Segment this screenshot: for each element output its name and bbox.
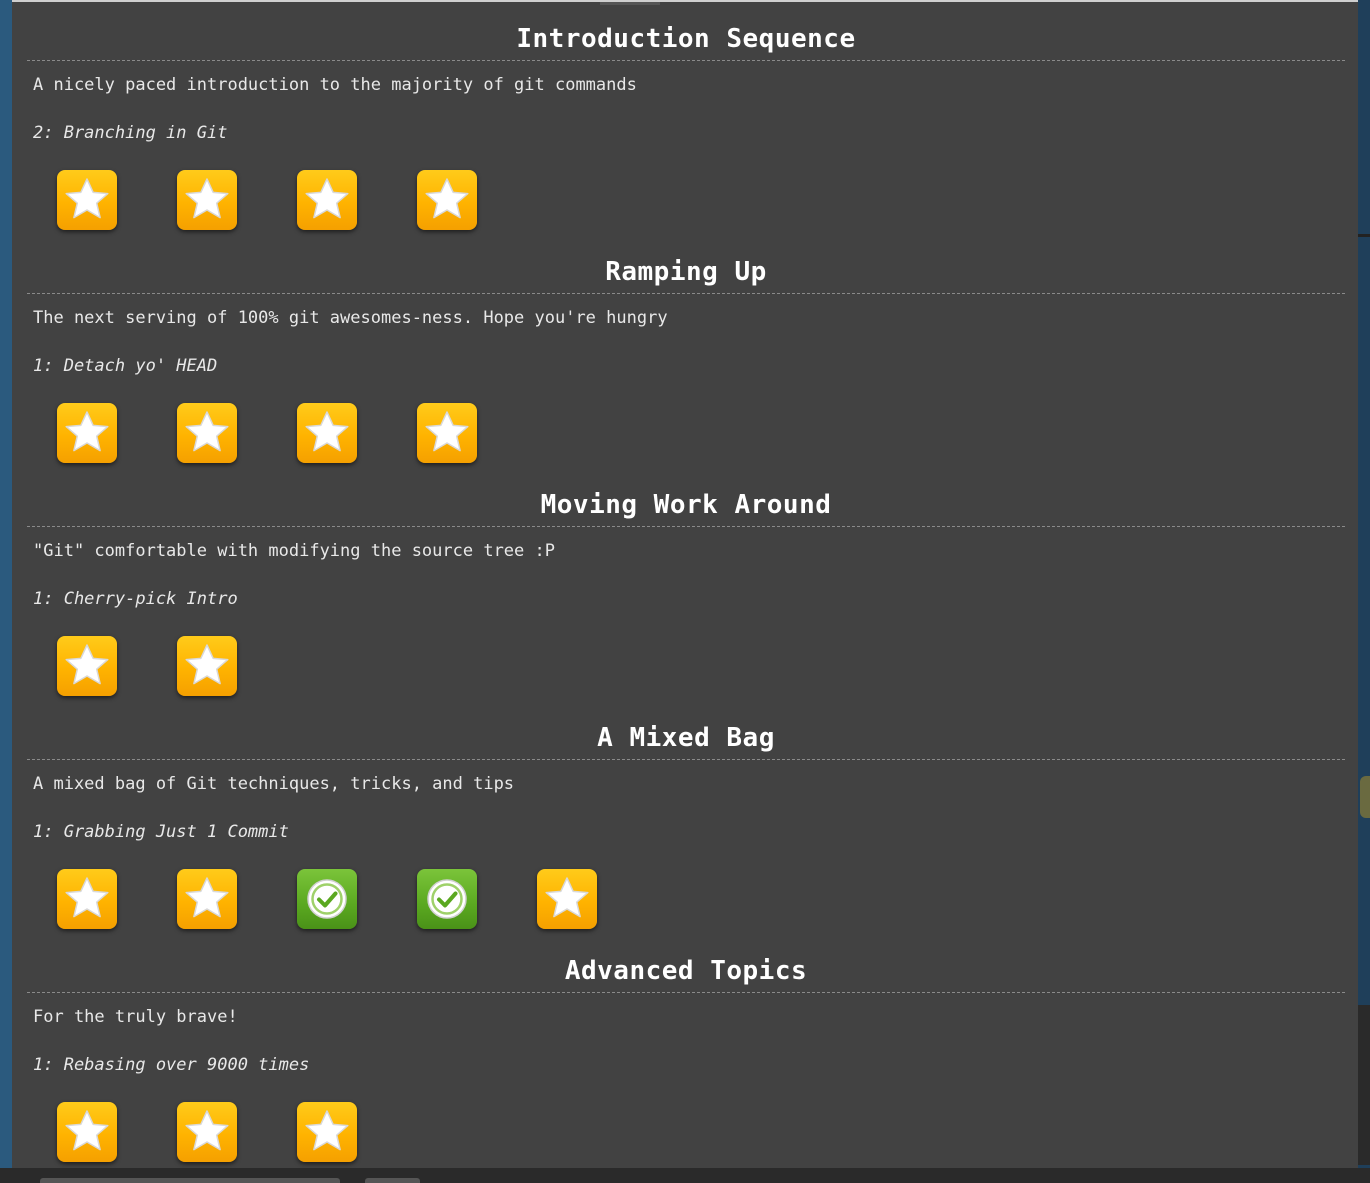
- level-row: [27, 636, 1345, 698]
- star-icon: [185, 411, 229, 452]
- level-star-icon[interactable]: [417, 170, 477, 230]
- level-star-icon[interactable]: [57, 1102, 117, 1162]
- sequence-introduction: Introduction Sequence A nicely paced int…: [27, 22, 1345, 232]
- checkmark-icon: [307, 879, 347, 919]
- checkmark-icon: [427, 879, 467, 919]
- bottom-tab[interactable]: [365, 1178, 420, 1183]
- star-icon: [65, 411, 109, 452]
- sequence-description: "Git" comfortable with modifying the sou…: [33, 541, 555, 561]
- side-tab[interactable]: [1360, 776, 1370, 818]
- level-solved-icon[interactable]: [297, 869, 357, 929]
- level-row: [27, 1102, 1345, 1164]
- star-icon: [65, 178, 109, 219]
- current-level-name: 1: Grabbing Just 1 Commit: [33, 822, 289, 842]
- star-icon: [425, 411, 469, 452]
- bottom-bar: [0, 1168, 1370, 1183]
- current-level-name: 1: Cherry-pick Intro: [33, 589, 238, 609]
- level-star-icon[interactable]: [297, 403, 357, 463]
- side-panel: [1358, 1005, 1370, 1165]
- star-icon: [305, 1110, 349, 1151]
- star-icon: [545, 877, 589, 918]
- sequence-description: A nicely paced introduction to the major…: [33, 75, 637, 95]
- level-star-icon[interactable]: [177, 869, 237, 929]
- level-row: [27, 170, 1345, 232]
- level-solved-icon[interactable]: [417, 869, 477, 929]
- star-icon: [185, 877, 229, 918]
- sequence-description: A mixed bag of Git techniques, tricks, a…: [33, 774, 515, 794]
- bottom-tab[interactable]: [40, 1178, 340, 1183]
- star-icon: [65, 644, 109, 685]
- level-row: [27, 403, 1345, 465]
- star-icon: [185, 178, 229, 219]
- star-icon: [65, 877, 109, 918]
- star-icon: [305, 411, 349, 452]
- sequence-title: Advanced Topics: [27, 954, 1345, 993]
- star-icon: [305, 178, 349, 219]
- sequence-title: Introduction Sequence: [27, 22, 1345, 61]
- level-star-icon[interactable]: [57, 403, 117, 463]
- current-level-name: 1: Detach yo' HEAD: [33, 356, 218, 376]
- level-star-icon[interactable]: [57, 170, 117, 230]
- sequence-moving-work-around: Moving Work Around "Git" comfortable wit…: [27, 488, 1345, 698]
- sequence-description: The next serving of 100% git awesomes-ne…: [33, 308, 668, 328]
- sequence-mixed-bag: A Mixed Bag A mixed bag of Git technique…: [27, 721, 1345, 931]
- star-icon: [65, 1110, 109, 1151]
- sequence-description: For the truly brave!: [33, 1007, 238, 1027]
- level-row: [27, 869, 1345, 931]
- level-star-icon[interactable]: [177, 403, 237, 463]
- sequence-title: Ramping Up: [27, 255, 1345, 294]
- level-star-icon[interactable]: [57, 636, 117, 696]
- star-icon: [425, 178, 469, 219]
- level-star-icon[interactable]: [297, 1102, 357, 1162]
- level-star-icon[interactable]: [297, 170, 357, 230]
- sequence-title: A Mixed Bag: [27, 721, 1345, 760]
- sequence-title: Moving Work Around: [27, 488, 1345, 527]
- level-star-icon[interactable]: [177, 636, 237, 696]
- right-edge-strip: [1358, 0, 1370, 1183]
- current-level-name: 1: Rebasing over 9000 times: [33, 1055, 310, 1075]
- level-star-icon[interactable]: [57, 869, 117, 929]
- sequence-advanced-topics: Advanced Topics For the truly brave! 1: …: [27, 954, 1345, 1164]
- level-star-icon[interactable]: [177, 1102, 237, 1162]
- star-icon: [185, 1110, 229, 1151]
- divider: [1358, 234, 1370, 237]
- level-select-panel: Introduction Sequence A nicely paced int…: [12, 0, 1358, 1168]
- sequence-ramping-up: Ramping Up The next serving of 100% git …: [27, 255, 1345, 465]
- panel-notch: [600, 2, 660, 5]
- level-star-icon[interactable]: [537, 869, 597, 929]
- star-icon: [185, 644, 229, 685]
- current-level-name: 2: Branching in Git: [33, 123, 228, 143]
- level-star-icon[interactable]: [177, 170, 237, 230]
- level-star-icon[interactable]: [417, 403, 477, 463]
